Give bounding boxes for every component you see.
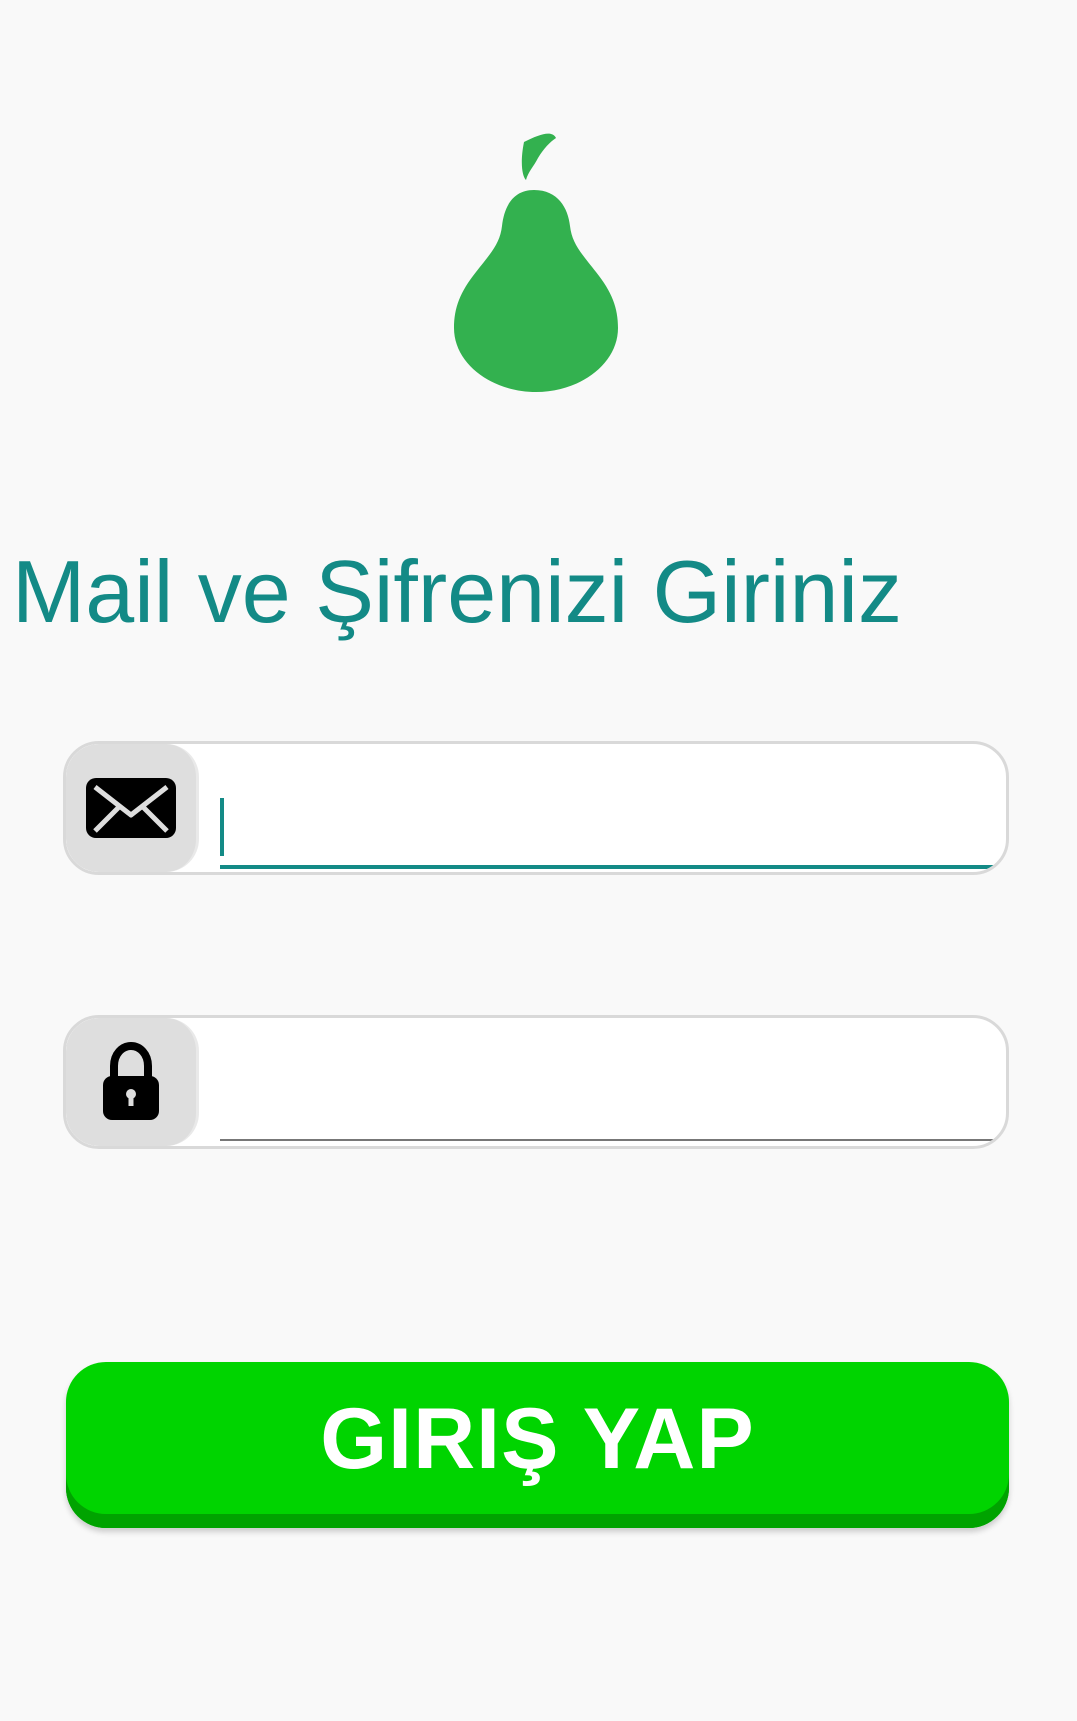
login-button[interactable]: GIRIŞ YAP bbox=[66, 1362, 1009, 1528]
envelope-icon bbox=[86, 778, 176, 838]
password-underline bbox=[220, 1139, 1006, 1141]
text-caret bbox=[220, 798, 224, 856]
page-title: Mail ve Şifrenizi Giriniz bbox=[12, 542, 902, 641]
email-icon-box bbox=[66, 744, 199, 872]
password-input[interactable] bbox=[220, 1038, 1000, 1122]
password-field[interactable] bbox=[63, 1015, 1009, 1149]
lock-icon bbox=[103, 1042, 159, 1120]
email-field[interactable] bbox=[63, 741, 1009, 875]
pear-icon bbox=[454, 133, 618, 392]
email-input[interactable] bbox=[220, 764, 1000, 848]
login-screen: Mail ve Şifrenizi Giriniz GIRIŞ YAP bbox=[0, 0, 1077, 1721]
email-underline bbox=[220, 865, 1006, 869]
password-icon-box bbox=[66, 1018, 199, 1146]
